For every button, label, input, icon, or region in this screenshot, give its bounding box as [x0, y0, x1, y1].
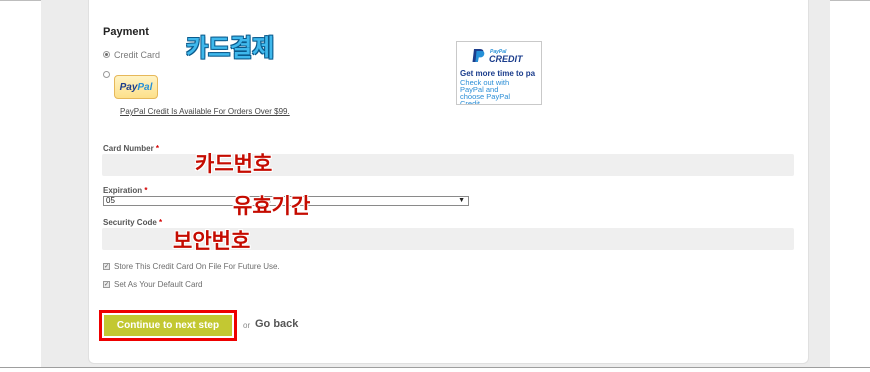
- paypal-logo[interactable]: Pay Pal: [114, 75, 158, 99]
- paypal-credit-banner[interactable]: PayPal CREDIT Get more time to pa Check …: [456, 41, 542, 105]
- or-separator: or: [243, 321, 251, 330]
- required-mark: *: [144, 186, 148, 195]
- security-code-label-text: Security Code: [103, 218, 157, 227]
- credit-card-label[interactable]: Credit Card: [114, 50, 160, 60]
- paypal-logo-pay: Pay: [119, 81, 138, 93]
- required-mark: *: [159, 218, 163, 227]
- expiration-label-text: Expiration: [103, 186, 143, 195]
- card-number-label: Card Number *: [103, 144, 159, 153]
- store-card-checkbox[interactable]: ✓: [103, 263, 110, 270]
- store-card-label[interactable]: Store This Credit Card On File For Futur…: [114, 262, 280, 271]
- dropdown-arrow-icon: ▼: [458, 197, 465, 204]
- expiration-label: Expiration *: [103, 186, 147, 195]
- payment-heading: Payment: [103, 26, 149, 38]
- security-code-label: Security Code *: [103, 218, 162, 227]
- annotation-card-number: 카드번호: [195, 152, 273, 176]
- credit-wordmark: CREDIT: [489, 54, 524, 64]
- paypal-logo-pal: Pal: [137, 81, 153, 93]
- paypal-radio[interactable]: [103, 71, 110, 78]
- card-number-label-text: Card Number: [103, 144, 154, 153]
- required-mark: *: [155, 144, 160, 153]
- paypal-credit-logo-icon: PayPal CREDIT: [472, 49, 524, 64]
- annotation-expiry: 유효기간: [233, 194, 311, 218]
- go-back-link[interactable]: Go back: [255, 318, 298, 330]
- annotation-card-payment: 카드결제: [186, 34, 275, 62]
- paypal-credit-cta: Check out with PayPal and choose PayPal …: [460, 78, 511, 105]
- annotation-security-code: 보안번호: [173, 229, 251, 253]
- continue-next-step-button[interactable]: Continue to next step: [104, 315, 232, 336]
- credit-card-radio[interactable]: [103, 51, 110, 58]
- default-card-checkbox[interactable]: ✓: [103, 281, 110, 288]
- expiration-month-value: 05: [106, 196, 115, 205]
- paypal-credit-tagline: Get more time to pa: [460, 69, 536, 78]
- bottom-border: [0, 367, 870, 368]
- paypal-credit-note-link[interactable]: PayPal Credit Is Available For Orders Ov…: [120, 107, 290, 116]
- default-card-label[interactable]: Set As Your Default Card: [114, 280, 203, 289]
